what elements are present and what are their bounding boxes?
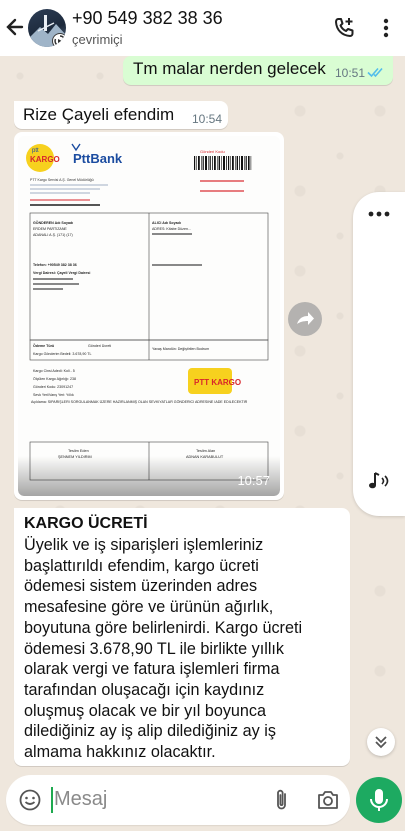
forward-button[interactable] (288, 302, 322, 336)
double-chevron-down-icon (375, 736, 387, 749)
message-time: 10:54 (191, 112, 222, 126)
chat-header: +90 549 382 38 36 çevrimiçi (0, 0, 405, 56)
message-line: almama hakkınız olacaktır. (24, 743, 216, 762)
message-time: 10:51 (334, 66, 365, 80)
mic-button[interactable] (356, 777, 402, 823)
message-line: boyutuna göre belirlenirdi. Kargo ücreti (24, 618, 303, 637)
message-line: ödemesi sistem üzerinden adres (24, 577, 258, 596)
scroll-to-bottom-button[interactable] (367, 728, 395, 756)
sender-name: ERDEM PARTIZANE (33, 227, 67, 231)
ptt-kargo-badge-icon: PTT KARGO (188, 368, 241, 394)
kargo-agirlik: Ölçülen Kargo Ağırlığı: 238 (33, 377, 76, 381)
sevk-line: Sevk Yeri/Varış Yeri: Yıllık (33, 393, 74, 397)
bank-name: PttBank (73, 151, 123, 166)
message-line: Üyelik ve iş siparişleri işlemleriniz (24, 536, 264, 554)
contact-name[interactable]: +90 549 382 38 36 (72, 8, 223, 29)
back-arrow-icon[interactable] (4, 14, 26, 40)
message-time: 10:57 (237, 473, 270, 488)
odeme-value: Gönderi Ücreti (88, 344, 111, 348)
phone-line: Telefon: +90549 382 38 36 (33, 263, 77, 267)
barcode-icon (194, 156, 252, 170)
message-list[interactable]: Tm malar nerden gelecek 10:51 Rize Çayel… (0, 56, 405, 767)
receipt-document: KARGO ptt PttBank PTT Kargo Servisi A.Ş.… (26, 143, 269, 481)
message-image[interactable]: KARGO ptt PttBank PTT Kargo Servisi A.Ş.… (14, 132, 284, 500)
odeme-label: Ödeme Türü (33, 343, 54, 348)
message-input[interactable]: Mesaj (6, 775, 350, 825)
message-line: oluşmuş olacak ve bir yıl boyunca (24, 701, 267, 720)
aciklama-text: Açıklama: SİPARİŞLERİ SORGULANMAK ÜZERE … (31, 400, 248, 404)
message-line: ödemesi 3.678,90 TL ile birlikte yıllık (24, 639, 285, 658)
vergi-line: Vergi Dairesi: Çayeli Vergi Dairesi (33, 271, 90, 275)
message-heading: KARGO ÜCRETİ (24, 515, 148, 532)
cargo-receipt-image[interactable]: KARGO ptt PttBank PTT Kargo Servisi A.Ş.… (18, 136, 280, 496)
message-incoming-long[interactable]: KARGO ÜCRETİ Üyelik ve iş siparişleri iş… (14, 508, 350, 766)
status-ring-icon (52, 33, 66, 47)
forward-icon (297, 312, 314, 325)
sender-label: GÖNDEREN Adı Soyadı (33, 220, 73, 225)
attach-icon[interactable] (274, 788, 290, 812)
gonderi-kodu: Gönderi Kodu: 23091247 (33, 385, 73, 389)
amount-line: Kargo Gönderim Bedeli: 3.678,90 TL (33, 352, 91, 356)
kargo-cinsi: Kargo Cinsi Adedi: Koli - 5 (33, 369, 75, 373)
message-incoming[interactable]: Rize Çayeli efendim 10:54 (14, 101, 228, 129)
message-line: olarak vergi ve fatura işlemleri firma (24, 660, 280, 679)
message-text: Tm malar nerden gelecek (133, 59, 326, 78)
message-line: başlattırıldı efendim, kargo ücreti (24, 556, 259, 575)
brand-badge-text: PTT KARGO (194, 378, 241, 387)
message-line: mesafesine göre ve ürünün ağırlık, (24, 598, 274, 617)
contact-status: çevrimiçi (72, 32, 123, 47)
compose-bar: Mesaj (0, 767, 405, 831)
message-text: Rize Çayeli efendim (23, 105, 175, 124)
music-note-icon[interactable] (367, 470, 393, 492)
message-text: Üyelik ve iş siparişleri işlemleriniz ba… (24, 535, 340, 763)
more-horiz-icon[interactable] (367, 210, 391, 218)
avatar[interactable] (28, 9, 66, 47)
teslim-eden-label: Teslim Eden (68, 449, 89, 453)
ptt-kargo-logo-icon: KARGO ptt (26, 144, 60, 172)
emoji-icon[interactable] (18, 788, 42, 812)
gonderi-kodu-label: Gönderi Kodu (200, 149, 225, 154)
message-placeholder: Mesaj (54, 788, 108, 810)
svg-text:KARGO: KARGO (30, 155, 60, 164)
add-call-icon[interactable] (332, 16, 356, 40)
teslim-alan-label: Teslim Alan (196, 449, 215, 453)
message-line: dilediğiniz ay iş alip dilediğiniz ay iş (24, 722, 276, 741)
receipt-header-small: PTT Kargo Servisi A.Ş. Genel Müdürlüğü (30, 178, 94, 182)
text-caret (51, 787, 53, 813)
svg-text:ptt: ptt (32, 148, 39, 154)
more-vert-icon[interactable] (379, 16, 393, 40)
message-line: tarafından oluşacağı için kaydınız (24, 680, 265, 699)
odeme-note: Yavaş Mandün: Değiştirilen Bodrum (152, 347, 209, 351)
mic-icon (370, 789, 388, 811)
sender-address: ADANALI A.Ş. (171) (17) (33, 233, 73, 237)
camera-icon[interactable] (316, 789, 340, 811)
receiver-label: ALICI Adı Soyadı (152, 221, 181, 225)
message-outgoing[interactable]: Tm malar nerden gelecek 10:51 (123, 56, 393, 85)
floating-side-panel (353, 192, 405, 516)
double-check-read-icon (367, 67, 383, 78)
receiver-address: ADRES: Kitabe Düzen... (152, 227, 191, 231)
